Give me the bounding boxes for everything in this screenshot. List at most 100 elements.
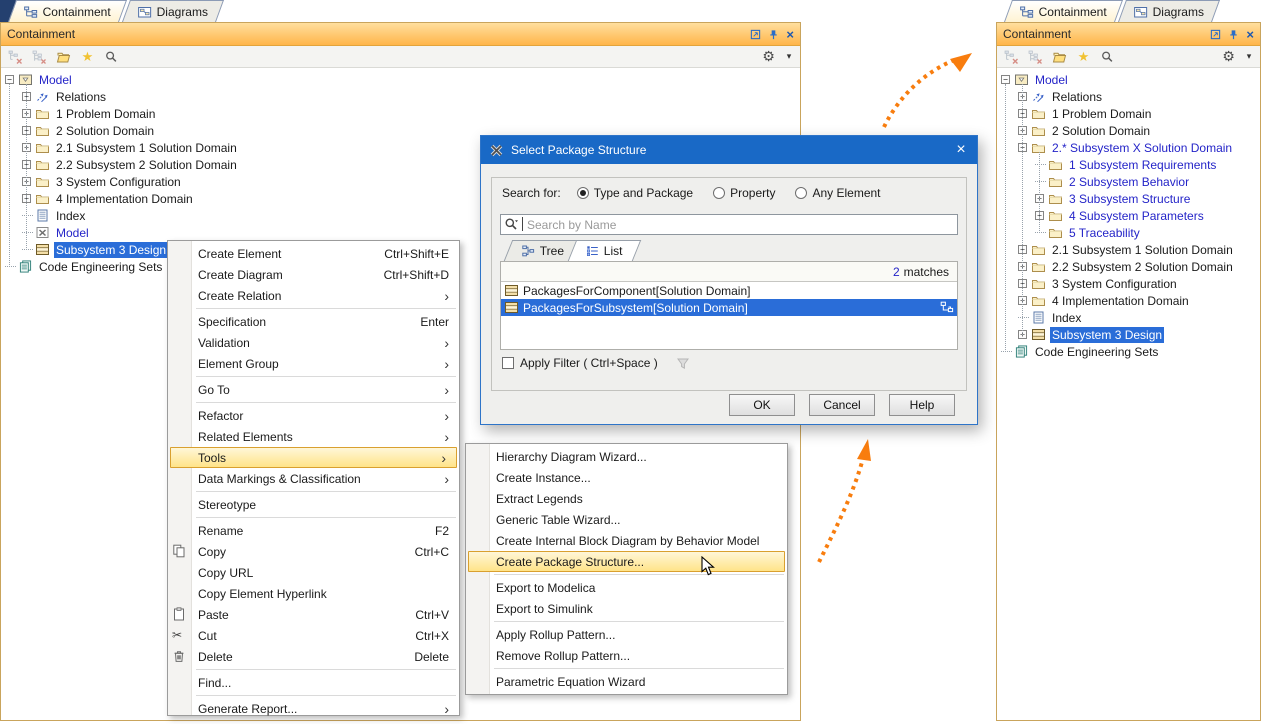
list-item-packagesforsubsystem-solution-domain[interactable]: PackagesForSubsystem[Solution Domain] [501,299,957,316]
radio-type-and-package[interactable]: Type and Package [577,186,693,200]
tree-item-model[interactable]: −Model [997,71,1260,88]
menu-item-stereotype[interactable]: Stereotype [168,494,459,515]
tree-item-3-system-configuration[interactable]: +3 System Configuration [997,275,1260,292]
menu-item-hierarchy-diagram-wizard[interactable]: Hierarchy Diagram Wizard... [466,446,787,467]
radio-property[interactable]: Property [713,186,775,200]
tree-item-1-problem-domain[interactable]: +1 Problem Domain [997,105,1260,122]
collapse-selected-icon[interactable] [1028,49,1043,64]
tree-item-code-engineering-sets[interactable]: Code Engineering Sets [997,343,1260,360]
tree-item-model[interactable]: −Model [1,71,800,88]
tree-item-3-subsystem-structure[interactable]: +3 Subsystem Structure [997,190,1260,207]
menu-item-copy[interactable]: CopyCtrl+C [168,541,459,562]
menu-item-label: Validation [198,336,250,350]
tree-item-relations[interactable]: +Relations [997,88,1260,105]
tree-item-2-1-subsystem-1-solution-domain[interactable]: +2.1 Subsystem 1 Solution Domain [997,241,1260,258]
cancel-button[interactable]: Cancel [809,394,875,416]
menu-item-export-to-modelica[interactable]: Export to Modelica [466,577,787,598]
favorites-icon[interactable]: ★ [1076,49,1091,64]
menu-item-find[interactable]: Find... [168,672,459,693]
favorites-icon[interactable]: ★ [80,49,95,64]
dialog-titlebar[interactable]: Select Package Structure × [481,136,977,164]
menu-item-rename[interactable]: RenameF2 [168,520,459,541]
collapse-all-icon[interactable] [8,49,23,64]
tree-item-index[interactable]: Index [997,309,1260,326]
menu-item-paste[interactable]: PasteCtrl+V [168,604,459,625]
tree-item-2-subsystem-x-solution-domain[interactable]: −2.* Subsystem X Solution Domain [997,139,1260,156]
tree-item-relations[interactable]: +Relations [1,88,800,105]
menu-item-create-relation[interactable]: Create Relation› [168,285,459,306]
radio-any-element[interactable]: Any Element [795,186,880,200]
search-input[interactable] [500,214,958,235]
apply-filter-checkbox[interactable] [502,357,514,369]
tree-item-2-subsystem-behavior[interactable]: 2 Subsystem Behavior [997,173,1260,190]
pin-icon[interactable] [768,29,779,40]
menu-item-export-to-simulink[interactable]: Export to Simulink [466,598,787,619]
menu-item-generate-report[interactable]: Generate Report...› [168,698,459,719]
folder-icon [35,124,50,137]
menu-shortcut: Enter [400,315,449,329]
tree-item-5-traceability[interactable]: 5 Traceability [997,224,1260,241]
panel-tab-containment[interactable]: Containment [1004,0,1123,22]
tree-item-1-subsystem-requirements[interactable]: 1 Subsystem Requirements [997,156,1260,173]
menu-item-label: Create Package Structure... [496,555,644,569]
help-button[interactable]: Help [889,394,955,416]
tab-list[interactable]: List [568,240,641,261]
minus-expander-icon[interactable]: − [1001,75,1010,84]
menu-item-data-markings-classification[interactable]: Data Markings & Classification› [168,468,459,489]
list-item-packagesforcomponent-solution-domain[interactable]: PackagesForComponent[Solution Domain] [501,282,957,299]
tree-item-2-2-subsystem-2-solution-domain[interactable]: +2.2 Subsystem 2 Solution Domain [997,258,1260,275]
quick-search-icon[interactable] [104,49,119,64]
menu-item-related-elements[interactable]: Related Elements› [168,426,459,447]
menu-item-validation[interactable]: Validation› [168,332,459,353]
collapse-selected-icon[interactable] [32,49,47,64]
menu-item-tools[interactable]: Tools› [170,447,457,468]
menu-item-label: Create Relation [198,289,281,303]
panel-tab-diagrams[interactable]: Diagrams [122,0,224,22]
dialog-close-icon[interactable]: × [945,136,977,164]
radio-label: Property [730,186,775,200]
tree-item-2-solution-domain[interactable]: +2 Solution Domain [997,122,1260,139]
tree-item-1-problem-domain[interactable]: +1 Problem Domain [1,105,800,122]
menu-item-create-element[interactable]: Create ElementCtrl+Shift+E [168,243,459,264]
panel-tab-containment[interactable]: Containment [8,0,127,22]
menu-item-refactor[interactable]: Refactor› [168,405,459,426]
minus-expander-icon[interactable]: − [5,75,14,84]
float-window-icon[interactable] [750,29,761,40]
menu-item-create-diagram[interactable]: Create DiagramCtrl+Shift+D [168,264,459,285]
toolbar-caret-icon[interactable]: ▾ [785,49,793,64]
menu-item-create-instance[interactable]: Create Instance... [466,467,787,488]
search-for-radios: Type and Package Property Any Element [577,186,881,200]
tree-item-4-implementation-domain[interactable]: +4 Implementation Domain [997,292,1260,309]
quick-search-icon[interactable] [1100,49,1115,64]
open-in-new-tab-icon[interactable] [56,49,71,64]
open-in-new-tab-icon[interactable] [1052,49,1067,64]
menu-item-apply-rollup-pattern[interactable]: Apply Rollup Pattern... [466,624,787,645]
tree-item-4-subsystem-parameters[interactable]: +4 Subsystem Parameters [997,207,1260,224]
menu-item-element-group[interactable]: Element Group› [168,353,459,374]
menu-item-copy-element-hyperlink[interactable]: Copy Element Hyperlink [168,583,459,604]
close-icon[interactable]: × [786,29,794,40]
options-gear-icon[interactable]: ⚙ [761,49,776,64]
menu-item-specification[interactable]: SpecificationEnter [168,311,459,332]
close-icon[interactable]: × [1246,29,1254,40]
float-window-icon[interactable] [1210,29,1221,40]
panel-tab-diagrams[interactable]: Diagrams [1118,0,1220,22]
search-group: Search for: Type and PackagePropertyAny … [491,177,967,391]
menu-item-create-package-structure[interactable]: Create Package Structure... [468,551,785,572]
menu-item-copy-url[interactable]: Copy URL [168,562,459,583]
collapse-all-icon[interactable] [1004,49,1019,64]
menu-item-parametric-equation-wizard[interactable]: Parametric Equation Wizard [466,671,787,692]
menu-item-extract-legends[interactable]: Extract Legends [466,488,787,509]
menu-item-remove-rollup-pattern[interactable]: Remove Rollup Pattern... [466,645,787,666]
tree-item-subsystem-3-design[interactable]: +Subsystem 3 Design [997,326,1260,343]
ok-button[interactable]: OK [729,394,795,416]
menu-item-go-to[interactable]: Go To› [168,379,459,400]
menu-item-delete[interactable]: DeleteDelete [168,646,459,667]
options-gear-icon[interactable]: ⚙ [1221,49,1236,64]
menu-item-create-internal-block-diagram-by-behavior-model[interactable]: Create Internal Block Diagram by Behavio… [466,530,787,551]
menu-item-generic-table-wizard[interactable]: Generic Table Wizard... [466,509,787,530]
menu-item-cut[interactable]: ✂CutCtrl+X [168,625,459,646]
pin-icon[interactable] [1228,29,1239,40]
package-icon [1031,328,1046,341]
toolbar-caret-icon[interactable]: ▾ [1245,49,1253,64]
